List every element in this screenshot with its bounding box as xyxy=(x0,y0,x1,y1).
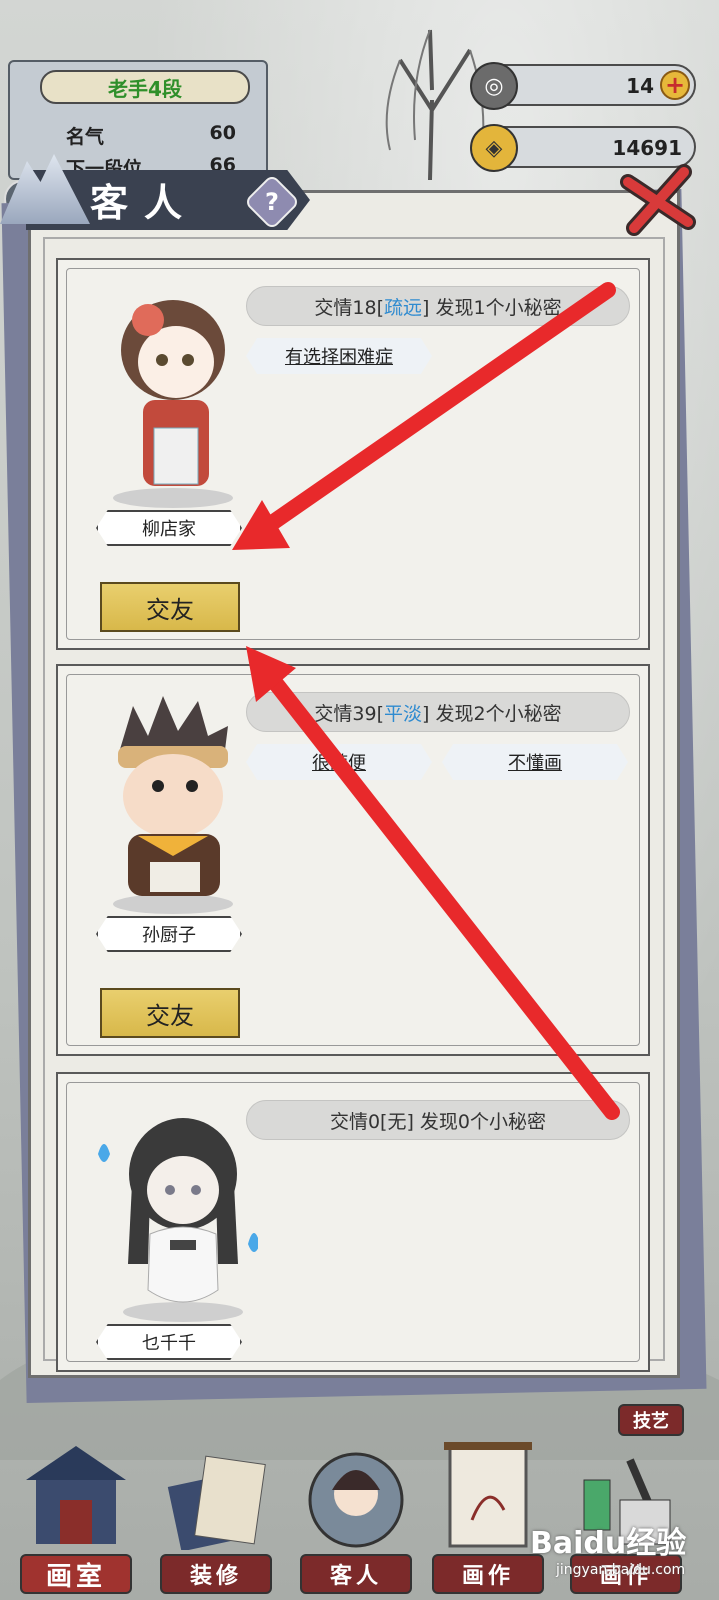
shop-owner-portrait xyxy=(113,300,233,508)
ink-currency: ◎ 14 + xyxy=(470,62,696,110)
guest-avatar-icon xyxy=(308,1452,404,1548)
book-icon xyxy=(167,1455,266,1552)
question-icon: ? xyxy=(265,188,279,216)
cook-portrait xyxy=(113,696,233,914)
modal-title: 客人 xyxy=(90,181,199,225)
trait-tag[interactable]: 有选择困难症 xyxy=(246,338,432,374)
friendship-status: 交情0[无] 发现0个小秘密 xyxy=(246,1100,630,1140)
baidu-watermark: Baidu经验 xyxy=(530,1526,687,1561)
guest-nameplate: 柳店家 xyxy=(96,510,242,546)
add-ink-button[interactable]: + xyxy=(660,70,690,100)
studio-building-icon xyxy=(26,1446,126,1544)
friendship-suffix: ] 发现1个小秘密 xyxy=(422,296,562,319)
befriend-button[interactable]: 交友 xyxy=(100,582,240,632)
friendship-level: 无 xyxy=(387,1110,407,1133)
nav-label: 装修 xyxy=(160,1554,272,1594)
rank-title: 老手4段 xyxy=(40,70,250,104)
fame-label: 名气 xyxy=(66,126,105,148)
friendship-prefix: 交情0[ xyxy=(329,1110,388,1133)
friendship-level: 疏远 xyxy=(384,296,423,319)
friendship-prefix: 交情18[ xyxy=(314,296,385,319)
nav-decorate[interactable]: 装修 xyxy=(160,1440,272,1600)
scroll-painting-icon xyxy=(444,1442,532,1548)
friendship-prefix: 交情39[ xyxy=(314,702,385,725)
friendship-level: 平淡 xyxy=(384,702,423,725)
friendship-status: 交情18[疏远] 发现1个小秘密 xyxy=(246,286,630,326)
fame-value: 60 xyxy=(209,122,236,144)
guest-nameplate: 孙厨子 xyxy=(96,916,242,952)
baidu-watermark-url: jingyan.baidu.com xyxy=(556,1562,686,1578)
trait-tag[interactable]: 不懂画 xyxy=(442,744,628,780)
coin-value: 14691 xyxy=(612,136,682,160)
guest-card: 乜千千 交情0[无] 发现0个小秘密 xyxy=(56,1072,650,1372)
friendship-suffix: ] 发现0个小秘密 xyxy=(406,1110,547,1133)
nav-guests[interactable]: 客人 xyxy=(300,1440,412,1600)
guest-card: 孙厨子 交情39[平淡] 发现2个小秘密 很随便 不懂画 交友 xyxy=(56,664,650,1056)
nav-label: 客人 xyxy=(300,1554,412,1594)
trait-tag[interactable]: 很随便 xyxy=(246,744,432,780)
nav-label: 画作 xyxy=(432,1554,544,1594)
skill-tab[interactable]: 技艺 xyxy=(618,1404,684,1436)
close-button[interactable] xyxy=(620,162,696,238)
nav-paintings[interactable]: 画作 xyxy=(432,1440,544,1600)
nav-studio[interactable]: 画室 xyxy=(20,1440,132,1600)
guest-nameplate: 乜千千 xyxy=(96,1324,242,1360)
ghost-girl-portrait xyxy=(98,1118,258,1322)
coin-icon: ◈ xyxy=(470,124,518,172)
nav-label: 画室 xyxy=(20,1554,132,1594)
modal-header: 客人 ? xyxy=(0,154,320,234)
guest-card: 柳店家 交情18[疏远] 发现1个小秘密 有选择困难症 交友 xyxy=(56,258,650,650)
close-icon xyxy=(620,164,696,236)
ink-swirl-icon: ◎ xyxy=(470,62,518,110)
ink-value: 14 xyxy=(626,74,654,98)
befriend-button[interactable]: 交友 xyxy=(100,988,240,1038)
fame-row: 名气 60 xyxy=(66,122,236,149)
friendship-status: 交情39[平淡] 发现2个小秘密 xyxy=(246,692,630,732)
friendship-suffix: ] 发现2个小秘密 xyxy=(422,702,562,725)
